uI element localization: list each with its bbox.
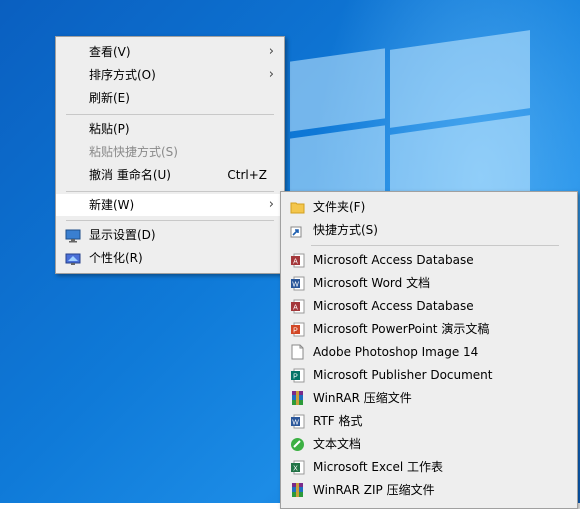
menu-item-label: Microsoft Access Database — [313, 253, 474, 267]
menu-item-label: Microsoft Excel 工作表 — [313, 460, 444, 474]
menu-item-label: 快捷方式(S) — [313, 223, 378, 237]
menu-separator — [66, 191, 274, 192]
menu-item-view[interactable]: 查看(V) › — [56, 41, 284, 63]
word-icon: W — [290, 275, 305, 291]
menu-item-display-settings[interactable]: 显示设置(D) — [56, 224, 284, 246]
personalize-icon — [65, 251, 81, 265]
submenu-item-rtf[interactable]: W RTF 格式 — [281, 410, 577, 432]
menu-item-label: 排序方式(O) — [89, 68, 156, 82]
svg-text:W: W — [292, 282, 299, 289]
excel-icon: X — [290, 459, 305, 475]
menu-item-label: 文本文档 — [313, 437, 362, 451]
menu-separator — [66, 220, 274, 221]
menu-item-label: WinRAR ZIP 压缩文件 — [313, 483, 435, 497]
menu-item-label: Microsoft Access Database — [313, 299, 474, 313]
menu-item-new[interactable]: 新建(W) › — [56, 194, 284, 216]
submenu-item-folder[interactable]: 文件夹(F) — [281, 196, 577, 218]
menu-item-label: Microsoft PowerPoint 演示文稿 — [313, 322, 490, 336]
menu-item-paste-shortcut: 粘贴快捷方式(S) — [56, 141, 284, 163]
submenu-item-text-document[interactable]: 文本文档 — [281, 433, 577, 455]
menu-item-label: 刷新(E) — [89, 91, 130, 105]
menu-item-label: 撤消 重命名(U) — [89, 168, 171, 182]
submenu-item-shortcut[interactable]: 快捷方式(S) — [281, 219, 577, 241]
menu-item-label: RTF 格式 — [313, 414, 363, 428]
menu-item-label: 显示设置(D) — [89, 228, 156, 242]
submenu-item-winrar-zip[interactable]: WinRAR ZIP 压缩文件 — [281, 479, 577, 501]
submenu-item-publisher[interactable]: P Microsoft Publisher Document — [281, 364, 577, 386]
text-document-icon — [290, 436, 305, 452]
svg-text:P: P — [293, 328, 298, 335]
shortcut-label: Ctrl+Z — [227, 168, 267, 182]
menu-item-label: Microsoft Publisher Document — [313, 368, 493, 382]
submenu-item-winrar[interactable]: WinRAR 压缩文件 — [281, 387, 577, 409]
svg-text:A: A — [293, 259, 298, 266]
access-icon: A — [290, 298, 305, 314]
publisher-icon: P — [290, 367, 305, 383]
winrar-zip-icon — [290, 482, 305, 498]
svg-text:X: X — [293, 466, 298, 473]
winrar-icon — [290, 390, 305, 406]
menu-item-label: WinRAR 压缩文件 — [313, 391, 412, 405]
menu-separator — [311, 245, 559, 246]
chevron-right-icon: › — [268, 44, 274, 59]
menu-item-refresh[interactable]: 刷新(E) — [56, 87, 284, 109]
menu-item-label: 个性化(R) — [89, 251, 143, 265]
chevron-right-icon: › — [268, 67, 274, 82]
menu-item-paste[interactable]: 粘贴(P) — [56, 118, 284, 140]
svg-text:P: P — [293, 374, 298, 381]
submenu-item-word-document[interactable]: W Microsoft Word 文档 — [281, 272, 577, 294]
folder-icon — [290, 199, 305, 215]
menu-item-label: 查看(V) — [89, 45, 131, 59]
menu-item-undo-rename[interactable]: 撤消 重命名(U) Ctrl+Z — [56, 164, 284, 186]
submenu-item-excel[interactable]: X Microsoft Excel 工作表 — [281, 456, 577, 478]
submenu-item-access-database[interactable]: A Microsoft Access Database — [281, 249, 577, 271]
photoshop-file-icon — [290, 344, 305, 360]
menu-item-label: Microsoft Word 文档 — [313, 276, 431, 290]
rtf-icon: W — [290, 413, 305, 429]
access-icon: A — [290, 252, 305, 268]
menu-item-sort-by[interactable]: 排序方式(O) › — [56, 64, 284, 86]
shortcut-icon — [290, 222, 305, 238]
menu-item-personalize[interactable]: 个性化(R) — [56, 247, 284, 269]
svg-text:W: W — [292, 420, 299, 427]
menu-item-label: 新建(W) — [89, 198, 135, 212]
submenu-item-access-database-2[interactable]: A Microsoft Access Database — [281, 295, 577, 317]
new-submenu: 文件夹(F) 快捷方式(S) A Microsoft Access Databa… — [280, 191, 578, 509]
svg-text:A: A — [293, 305, 298, 312]
menu-separator — [66, 114, 274, 115]
menu-item-label: 粘贴(P) — [89, 122, 130, 136]
windows-logo — [290, 30, 530, 213]
submenu-item-powerpoint[interactable]: P Microsoft PowerPoint 演示文稿 — [281, 318, 577, 340]
menu-item-label: Adobe Photoshop Image 14 — [313, 345, 479, 359]
submenu-item-photoshop-image[interactable]: Adobe Photoshop Image 14 — [281, 341, 577, 363]
display-settings-icon — [65, 228, 81, 243]
menu-item-label: 文件夹(F) — [313, 200, 366, 214]
chevron-right-icon: › — [268, 197, 274, 212]
desktop-context-menu: 查看(V) › 排序方式(O) › 刷新(E) 粘贴(P) 粘贴快捷方式(S) … — [55, 36, 285, 274]
powerpoint-icon: P — [290, 321, 305, 337]
menu-item-label: 粘贴快捷方式(S) — [89, 145, 178, 159]
